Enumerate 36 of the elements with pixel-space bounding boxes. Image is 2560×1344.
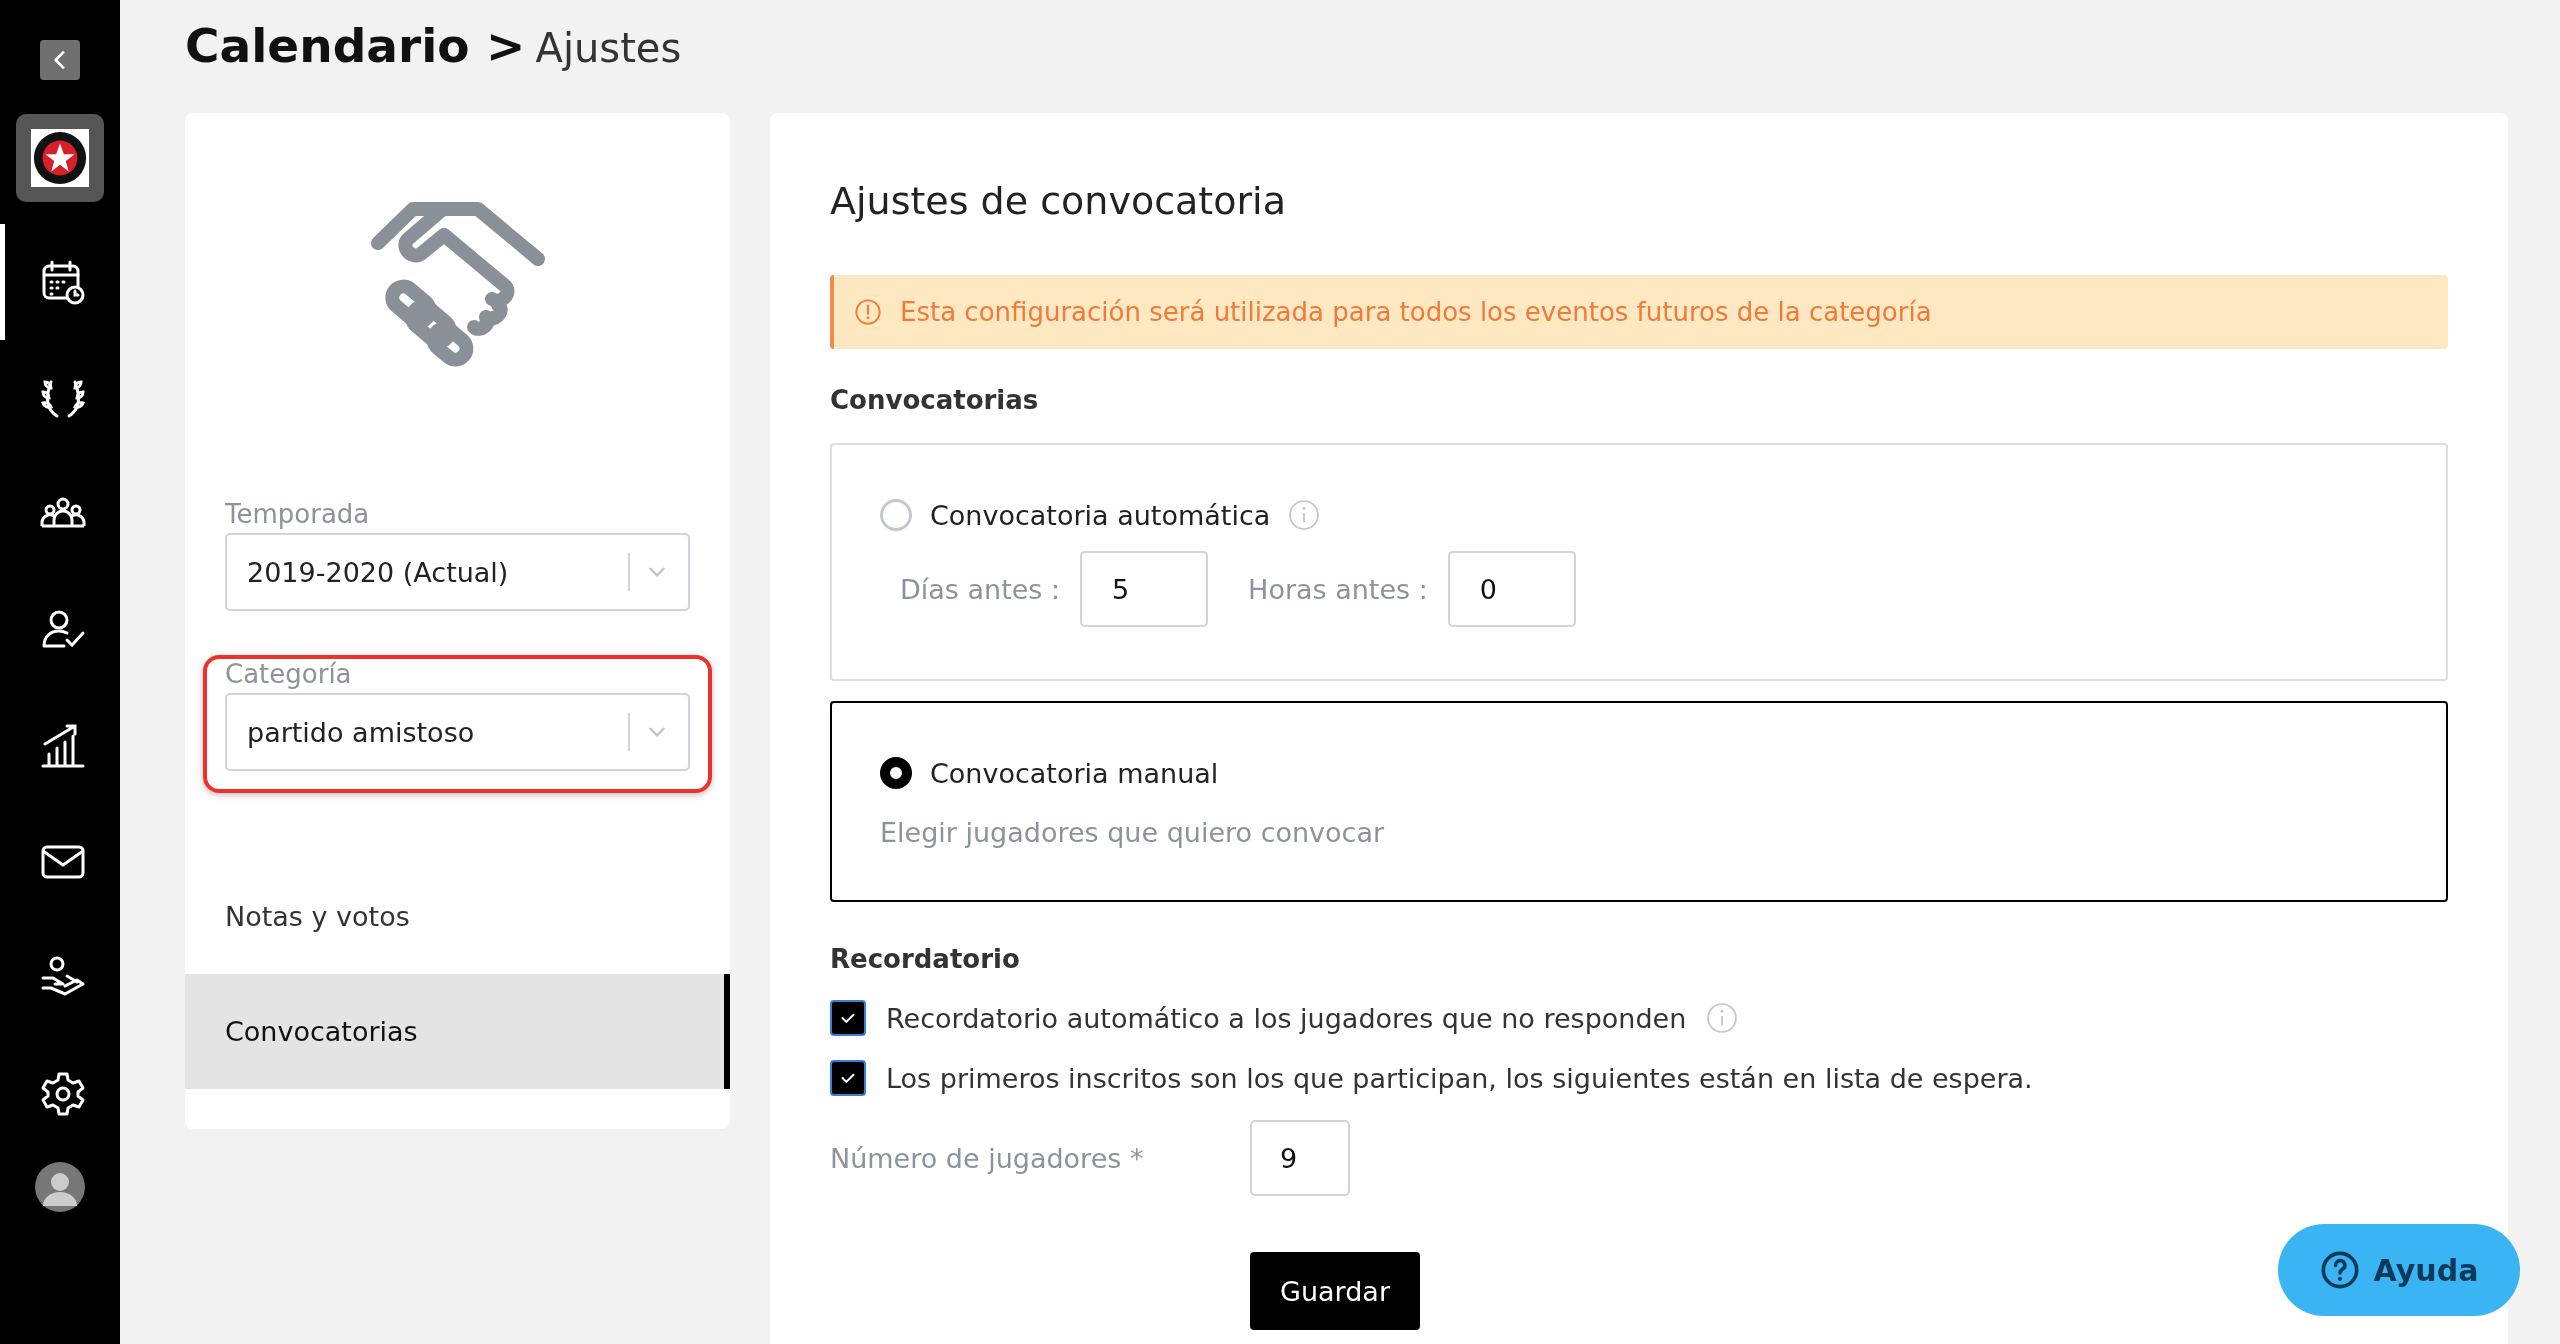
question-icon xyxy=(2319,1250,2360,1290)
option-label: Convocatoria manual xyxy=(930,757,1219,789)
back-button[interactable] xyxy=(40,40,80,80)
field-label: Número de jugadores * xyxy=(830,1142,1145,1174)
section-heading: Convocatorias xyxy=(830,385,1040,415)
checkbox-label: Los primeros inscritos son los que participan, los siguientes están en lista de espera. xyxy=(886,1062,2033,1094)
option-description: Elegir jugadores que quiero convocar xyxy=(880,817,1386,848)
alert-text: Esta configuración será utilizada para todos los eventos futuros de la categoría xyxy=(900,297,1932,327)
breadcrumb-section[interactable]: Calendario > xyxy=(185,18,526,73)
option-card[interactable]: Convocatoria automática Días antes : 5 Horas antes : 0 xyxy=(830,443,2448,681)
checkbox-label: Recordatorio automático a los jugadores que no responden xyxy=(886,1002,1687,1034)
settings-menu-item[interactable]: Convocatorias xyxy=(185,974,730,1089)
option-card[interactable]: Convocatoria manual Elegir jugadores que quiero convocar xyxy=(830,701,2448,902)
field-label: Categoría xyxy=(225,659,353,689)
field-label: Días antes : xyxy=(900,573,1061,605)
option-label: Convocatoria automática xyxy=(930,499,1271,531)
checkbox[interactable] xyxy=(830,1060,866,1096)
user-avatar[interactable] xyxy=(35,1162,85,1212)
save-button[interactable]: Guardar xyxy=(1250,1252,1420,1330)
checkbox[interactable] xyxy=(830,1000,866,1036)
select-field[interactable]: 2019-2020 (Actual) xyxy=(225,533,690,611)
number-input[interactable]: 9 xyxy=(1250,1120,1350,1196)
number-input[interactable]: 5 xyxy=(1080,551,1209,627)
crest-icon xyxy=(31,129,89,187)
radio-button[interactable] xyxy=(880,757,912,789)
club-logo[interactable] xyxy=(16,114,104,202)
settings-menu-item[interactable]: Notas y votos xyxy=(185,859,730,974)
section-heading: Recordatorio xyxy=(830,944,1021,974)
number-input[interactable]: 0 xyxy=(1447,551,1576,627)
select-field[interactable]: partido amistoso xyxy=(225,693,690,771)
page-title: Ajustes xyxy=(535,25,682,71)
panel-title: Ajustes de convocatoria xyxy=(830,179,1287,223)
field-label: Temporada xyxy=(225,499,371,529)
warning-icon xyxy=(854,298,882,326)
help-button[interactable]: Ayuda xyxy=(2278,1224,2520,1316)
field-label: Horas antes : xyxy=(1248,573,1428,605)
